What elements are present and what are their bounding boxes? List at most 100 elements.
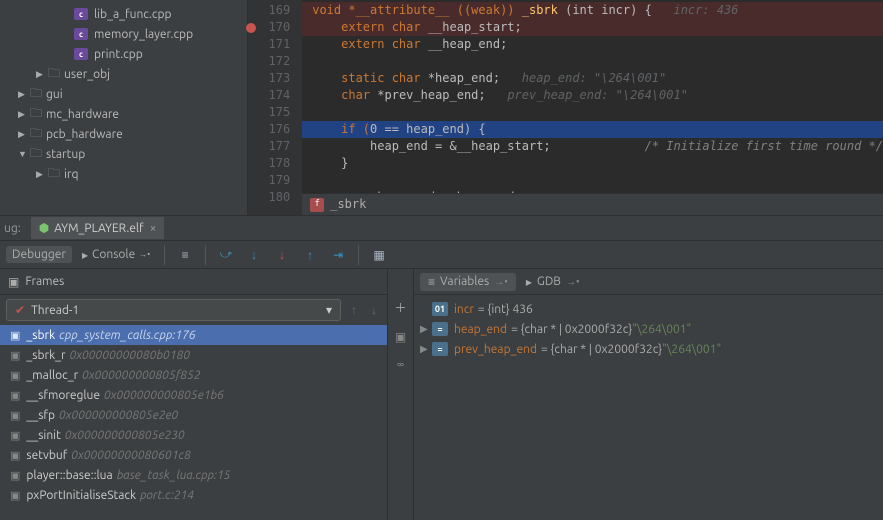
project-tree[interactable]: clib_a_func.cpp cmemory_layer.cpp cprint…: [0, 0, 248, 215]
settings-icon[interactable]: ≡: [173, 244, 197, 266]
folder-icon: 🗀: [30, 144, 42, 165]
cpp-icon: c: [74, 48, 88, 60]
frames-header: ▣ Frames: [0, 269, 387, 295]
frames-icon: ▣: [8, 275, 19, 289]
debug-tab[interactable]: ⬢ AYM_PLAYER.elf ×: [31, 217, 165, 239]
frames-list[interactable]: ▣_sbrkcpp_system_calls.cpp:176 ▣_sbrk_r0…: [0, 325, 387, 505]
tree-item[interactable]: ▶ 🗀 pcb_hardware: [0, 124, 247, 144]
stack-icon: ▣: [10, 469, 20, 482]
chevron-right-icon: ▶: [36, 69, 44, 80]
tree-label: print.cpp: [94, 48, 143, 61]
add-watch-button[interactable]: ＋: [391, 299, 411, 316]
tree-item[interactable]: c lib_a_func.cpp: [0, 4, 247, 24]
prev-frame-button[interactable]: ↑: [347, 303, 361, 317]
tree-item[interactable]: ▶ 🗀 irq: [0, 164, 247, 184]
variable-row[interactable]: 01incr = {int} 436: [420, 299, 877, 319]
chevron-right-icon[interactable]: ▶: [420, 343, 432, 355]
debug-tab-bar: ug: ⬢ AYM_PLAYER.elf ×: [0, 215, 883, 241]
check-icon: ✔: [15, 304, 25, 317]
tree-item[interactable]: ▶ 🗀 user_obj: [0, 64, 247, 84]
gdb-tab[interactable]: ▸GDB→•: [518, 273, 588, 291]
thread-select[interactable]: ✔ Thread-1 ▾: [6, 299, 341, 321]
run-to-cursor-button[interactable]: ⇥: [326, 244, 350, 266]
code: _sbrk: [522, 3, 558, 17]
folder-icon: 🗀: [30, 124, 42, 145]
frame-item[interactable]: ▣pxPortInitialiseStackport.c:214: [0, 485, 387, 505]
tree-item[interactable]: c memory_layer.cpp: [0, 24, 247, 44]
tree-item[interactable]: ▶🗀mc_hardware: [0, 104, 247, 124]
frame-item[interactable]: ▣__sinit0x000000000805e230: [0, 425, 387, 445]
variable-row[interactable]: ▶=prev_heap_end = {char * | 0x2000f32c} …: [420, 339, 877, 359]
tree-label: gui: [46, 88, 63, 101]
stack-icon: ▣: [10, 449, 20, 462]
gutter: 169 170 171 172 173 174 175 176 177 178 …: [248, 0, 302, 215]
frame-item[interactable]: ▣_sbrk_r0x00000000080b0180: [0, 345, 387, 365]
variables-tab[interactable]: ≡Variables→•: [420, 273, 516, 291]
type-badge: =: [432, 322, 448, 336]
stack-icon: ▣: [10, 329, 20, 342]
force-step-into-button[interactable]: ↓: [270, 244, 294, 266]
tree-item[interactable]: ▶🗀gui: [0, 84, 247, 104]
chevron-right-icon: ▶: [36, 169, 44, 180]
variables-list[interactable]: 01incr = {int} 436 ▶=heap_end = {char * …: [420, 299, 877, 359]
frame-item[interactable]: ▣__sfmoreglue0x000000000805e1b6: [0, 385, 387, 405]
evaluate-button[interactable]: ▦: [367, 244, 391, 266]
current-line: if (0 == heap_end) {: [302, 121, 883, 138]
frames-panel: ▣ Frames ✔ Thread-1 ▾ ↑ ↓ ▣_sbrkcpp_syste…: [0, 269, 388, 520]
stack-icon: ▣: [10, 369, 20, 382]
console-icon: ▸: [82, 248, 88, 262]
pin-icon: →•: [566, 276, 580, 288]
close-icon[interactable]: ×: [150, 222, 157, 235]
side-toolbar: ＋ ▣ ∞: [388, 269, 414, 520]
stack-icon: ▣: [10, 429, 20, 442]
step-out-button[interactable]: ↑: [298, 244, 322, 266]
chevron-right-icon: ▶: [18, 129, 26, 140]
debug-toolbar: Debugger ▸Console→• ≡ ⤻ ↓ ↓ ↑ ⇥ ▦: [0, 241, 883, 269]
tab-prefix: ug:: [4, 222, 21, 235]
stack-icon: ▣: [10, 489, 20, 502]
tab-title: AYM_PLAYER.elf: [54, 222, 143, 235]
frames-title: Frames: [25, 275, 64, 288]
stack-icon: ▣: [10, 409, 20, 422]
debugger-tab[interactable]: Debugger: [6, 246, 72, 263]
breadcrumb[interactable]: f_sbrk: [302, 193, 883, 215]
cpp-icon: c: [74, 28, 88, 40]
folder-icon: 🗀: [30, 104, 42, 125]
tree-label: mc_hardware: [46, 108, 119, 121]
tree-label: lib_a_func.cpp: [94, 8, 172, 21]
folder-icon: 🗀: [48, 164, 60, 185]
tree-item[interactable]: ▼🗀startup: [0, 144, 247, 164]
step-over-button[interactable]: ⤻: [214, 244, 238, 266]
tree-label: user_obj: [64, 68, 110, 81]
chevron-right-icon[interactable]: ▶: [420, 323, 432, 335]
folder-icon: 🗀: [30, 84, 42, 105]
code: void *__attribute__ ((weak)): [312, 3, 522, 17]
memory-view-button[interactable]: ▣: [395, 330, 406, 344]
frame-item[interactable]: ▣__sfp0x000000000805e2e0: [0, 405, 387, 425]
variable-row[interactable]: ▶=heap_end = {char * | 0x2000f32c} "\264…: [420, 319, 877, 339]
stack-icon: ▣: [10, 389, 20, 402]
console-tab[interactable]: ▸Console→•: [76, 246, 156, 264]
frame-item[interactable]: ▣_malloc_r0x000000000805f852: [0, 365, 387, 385]
code-editor[interactable]: 169 170 171 172 173 174 175 176 177 178 …: [248, 0, 883, 215]
variables-panel: ≡Variables→• ▸GDB→• 01incr = {int} 436 ▶…: [414, 269, 883, 520]
link-button[interactable]: ∞: [397, 358, 404, 371]
cpp-icon: c: [74, 8, 88, 20]
frame-item[interactable]: ▣setvbuf0x00000000080601c8: [0, 445, 387, 465]
type-badge: =: [432, 342, 448, 356]
stack-icon: ▣: [10, 349, 20, 362]
frame-item[interactable]: ▣_sbrkcpp_system_calls.cpp:176: [0, 325, 387, 345]
breakpoint-icon[interactable]: [246, 23, 256, 33]
tree-label: pcb_hardware: [46, 128, 123, 141]
step-into-button[interactable]: ↓: [242, 244, 266, 266]
chevron-down-icon: ▾: [326, 303, 332, 317]
thread-name: Thread-1: [31, 304, 79, 317]
next-frame-button[interactable]: ↓: [367, 303, 381, 317]
tree-label: irq: [64, 168, 78, 181]
tree-label: memory_layer.cpp: [94, 28, 193, 41]
frame-item[interactable]: ▣player::base::luabase_task_lua.cpp:15: [0, 465, 387, 485]
tree-item[interactable]: c print.cpp: [0, 44, 247, 64]
code-body[interactable]: void *__attribute__ ((weak)) _sbrk (int …: [302, 0, 883, 215]
bug-icon: ⬢: [39, 221, 49, 235]
folder-icon: 🗀: [48, 64, 60, 85]
